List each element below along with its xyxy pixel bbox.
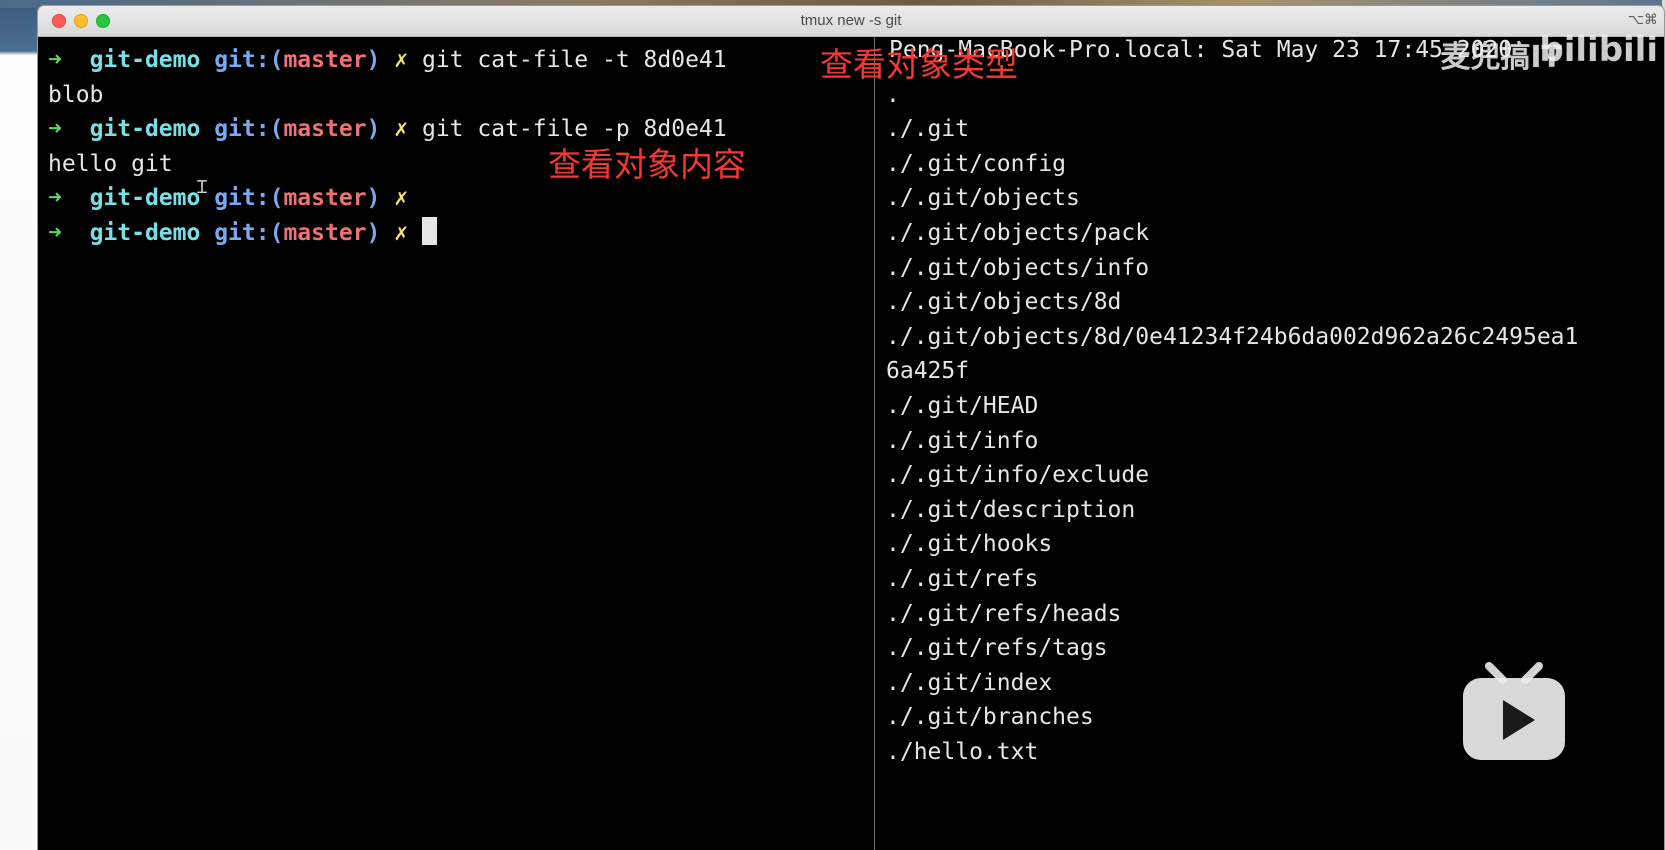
command-text: git cat-file -t 8d0e41	[421, 47, 727, 73]
tree-output-line: ./.git/config	[886, 150, 1067, 177]
command-output-line: hello git	[48, 147, 874, 182]
prompt-branch: master	[283, 185, 367, 212]
prompt-branch: master	[283, 116, 367, 143]
prompt-line: ➜ git-demo git:(master) ✗ git cat-file -…	[48, 43, 874, 78]
prompt-directory: git-demo	[89, 116, 201, 143]
tree-output-line: ./.git/objects/8d/0e41234f24b6da002d962a…	[886, 323, 1579, 350]
tree-output-line: ./.git/refs/heads	[886, 600, 1122, 627]
prompt-directory: git-demo	[89, 47, 201, 73]
prompt-arrow-icon: ➜	[48, 116, 62, 143]
prompt-branch: master	[283, 219, 367, 246]
tree-output-line: ./.git/hooks	[886, 531, 1053, 558]
command-output-line: blob	[48, 78, 874, 113]
tree-output-line: ./.git	[886, 116, 970, 143]
tree-output-line: ./.git/info	[886, 427, 1039, 454]
annotation-object-content: 查看对象内容	[548, 145, 746, 184]
tmux-pane-left[interactable]: ➜ git-demo git:(master) ✗ git cat-file -…	[38, 37, 874, 850]
tree-output-line: ./.git/info/exclude	[886, 462, 1150, 489]
prompt-git-label: git:(	[214, 47, 284, 73]
terminal-cursor	[421, 216, 437, 245]
prompt-dirty-icon: ✗	[394, 219, 409, 246]
terminal-window: tmux new -s git ⌥⌘ ➜ git-demo git:(maste…	[38, 6, 1664, 850]
prompt-git-close: )	[366, 219, 381, 246]
bilibili-tv-play-icon	[1463, 662, 1565, 760]
prompt-arrow-icon: ➜	[48, 219, 62, 246]
desktop-wallpaper-left	[0, 0, 38, 850]
prompt-arrow-icon: ➜	[48, 185, 62, 212]
output-text: blob	[48, 81, 104, 108]
prompt-branch: master	[283, 47, 367, 73]
keyboard-shortcut-hint: ⌥⌘	[1627, 12, 1658, 28]
tree-output-line: ./.git/description	[886, 496, 1136, 523]
prompt-git-label: git:(	[214, 185, 284, 212]
prompt-directory: git-demo	[89, 185, 201, 212]
tree-output-line: ./.git/refs	[886, 565, 1039, 592]
prompt-git-label: git:(	[214, 219, 284, 246]
prompt-dirty-icon: ✗	[394, 185, 409, 212]
window-title: tmux new -s git	[800, 12, 902, 29]
tree-output-line: ./.git/objects	[886, 185, 1080, 212]
prompt-dirty-icon: ✗	[394, 47, 409, 73]
prompt-line: ➜ git-demo git:(master) ✗	[48, 216, 874, 251]
prompt-directory: git-demo	[89, 219, 201, 246]
prompt-line: ➜ git-demo git:(master) ✗	[48, 181, 874, 216]
tree-output-line: ./.git/objects/8d	[886, 289, 1122, 316]
prompt-git-close: )	[366, 47, 381, 73]
annotation-object-type: 查看对象类型	[820, 45, 1018, 84]
tmux-pane-divider[interactable]	[874, 37, 875, 850]
tree-output-line: ./.git/objects/info	[886, 254, 1150, 281]
tree-output-line: 6a425f	[886, 358, 970, 385]
output-text: hello git	[48, 150, 173, 177]
bilibili-logo: bilibili	[1539, 30, 1658, 70]
tree-output-line: ./.git/HEAD	[886, 392, 1039, 419]
tree-output-line: ./.git/objects/pack	[886, 219, 1150, 246]
prompt-git-label: git:(	[214, 116, 284, 143]
prompt-dirty-icon: ✗	[394, 116, 409, 143]
text-cursor-ibeam-icon: Ɪ	[197, 177, 208, 198]
prompt-git-close: )	[366, 185, 381, 212]
prompt-git-close: )	[366, 116, 381, 143]
prompt-arrow-icon: ➜	[48, 47, 62, 73]
prompt-line: ➜ git-demo git:(master) ✗ git cat-file -…	[48, 112, 874, 147]
title-bar[interactable]: tmux new -s git ⌥⌘	[38, 6, 1664, 37]
